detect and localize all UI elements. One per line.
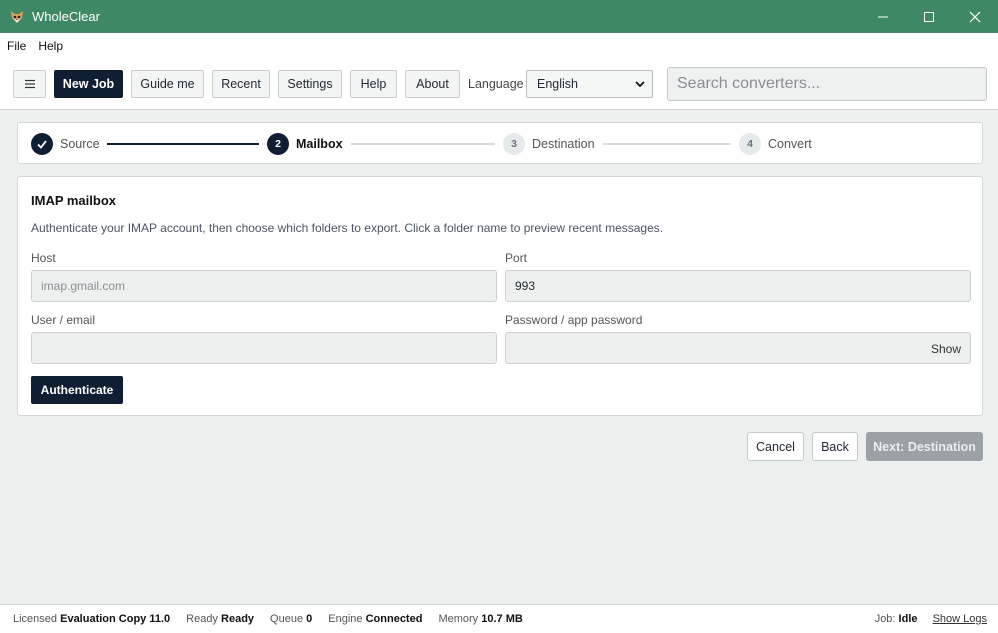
toolbar: New Job Guide me Recent Settings Help Ab… bbox=[0, 58, 998, 110]
step-convert-number: 4 bbox=[739, 133, 761, 155]
password-label: Password / app password bbox=[505, 313, 643, 327]
chevron-down-icon bbox=[635, 81, 645, 88]
minimize-icon bbox=[878, 16, 888, 17]
port-value: 993 bbox=[515, 279, 536, 293]
recent-button[interactable]: Recent bbox=[212, 70, 270, 98]
search-input[interactable]: Search converters... bbox=[667, 67, 987, 101]
port-label: Port bbox=[505, 251, 528, 265]
status-memory: Memory 10.7 MB bbox=[438, 613, 523, 625]
cancel-button[interactable]: Cancel bbox=[747, 432, 804, 461]
status-engine: Engine Connected bbox=[328, 613, 423, 625]
minimize-button[interactable] bbox=[860, 0, 906, 33]
menu-help[interactable]: Help bbox=[38, 39, 63, 53]
language-value: English bbox=[537, 77, 578, 91]
imap-mailbox-card: IMAP mailbox Authenticate your IMAP acco… bbox=[17, 176, 983, 416]
app-logo-icon bbox=[9, 9, 25, 25]
maximize-icon bbox=[924, 11, 934, 22]
step-mailbox-number: 2 bbox=[267, 133, 289, 155]
step-connector-2 bbox=[351, 143, 495, 145]
next-destination-button[interactable]: Next: Destination bbox=[866, 432, 983, 461]
menu-bar: File Help bbox=[0, 33, 998, 58]
maximize-button[interactable] bbox=[906, 0, 952, 33]
guide-me-button[interactable]: Guide me bbox=[131, 70, 204, 98]
menu-file[interactable]: File bbox=[7, 39, 26, 53]
language-select[interactable]: English bbox=[526, 70, 653, 98]
step-destination-number: 3 bbox=[503, 133, 525, 155]
status-licensed: Licensed Evaluation Copy 11.0 bbox=[13, 613, 171, 625]
new-job-button[interactable]: New Job bbox=[54, 70, 123, 98]
card-description: Authenticate your IMAP account, then cho… bbox=[31, 221, 664, 235]
host-label: Host bbox=[31, 251, 56, 265]
step-source-check-icon bbox=[31, 133, 53, 155]
hamburger-menu-button[interactable] bbox=[13, 70, 46, 98]
language-label: Language bbox=[468, 77, 524, 91]
window-title: WholeClear bbox=[32, 9, 100, 24]
title-bar: WholeClear bbox=[0, 0, 998, 33]
status-job: Job: Idle bbox=[874, 613, 918, 625]
step-mailbox-label: Mailbox bbox=[296, 137, 343, 151]
step-convert-label: Convert bbox=[768, 137, 812, 151]
about-button[interactable]: About bbox=[405, 70, 460, 98]
show-password-button[interactable]: Show bbox=[931, 342, 961, 356]
wizard-stepper: Source 2 Mailbox 3 Destination 4 Convert bbox=[17, 122, 983, 164]
card-title: IMAP mailbox bbox=[31, 193, 117, 208]
host-placeholder: imap.gmail.com bbox=[41, 279, 126, 293]
status-ready: Ready Ready bbox=[186, 613, 255, 625]
step-source-label: Source bbox=[60, 137, 100, 151]
search-placeholder: Search converters... bbox=[677, 75, 821, 92]
authenticate-button[interactable]: Authenticate bbox=[31, 376, 123, 404]
close-button[interactable] bbox=[952, 0, 998, 33]
show-logs-link[interactable]: Show Logs bbox=[933, 613, 987, 625]
host-input[interactable]: imap.gmail.com bbox=[31, 270, 497, 302]
close-icon bbox=[969, 11, 981, 22]
user-email-input[interactable] bbox=[31, 332, 497, 364]
status-bar: Licensed Evaluation Copy 11.0 Ready Read… bbox=[0, 604, 998, 633]
password-input[interactable]: Show bbox=[505, 332, 971, 364]
help-button[interactable]: Help bbox=[350, 70, 397, 98]
port-input[interactable]: 993 bbox=[505, 270, 971, 302]
status-queue: Queue 0 bbox=[270, 613, 313, 625]
hamburger-icon bbox=[24, 79, 35, 89]
settings-button[interactable]: Settings bbox=[278, 70, 342, 98]
user-label: User / email bbox=[31, 313, 96, 327]
back-button[interactable]: Back bbox=[812, 432, 858, 461]
step-destination-label: Destination bbox=[532, 137, 595, 151]
step-connector-3 bbox=[603, 143, 731, 145]
step-connector-1 bbox=[107, 143, 259, 145]
